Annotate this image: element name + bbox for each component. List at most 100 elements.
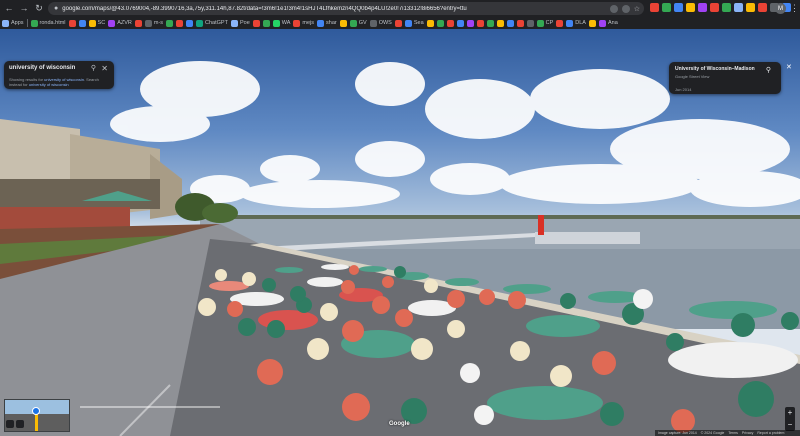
address-bar[interactable]: ● google.com/maps/@43.0769004,-89.399071… [48,2,644,15]
place-info-card[interactable]: University of Wisconsin–Madison Google S… [669,62,781,94]
place-title[interactable]: University of Wisconsin–Madison [675,66,775,72]
bookmark-favicon-icon [317,19,325,27]
bookmark-item[interactable]: DLA [566,19,586,27]
extension-icon[interactable] [722,3,731,12]
bookmark-favicon-icon [78,19,86,27]
bookmark-item[interactable]: m-s [144,19,163,27]
bookmark-item[interactable] [134,19,142,27]
bookmark-item[interactable]: OWS [369,19,392,27]
extension-icon[interactable] [686,3,695,12]
bookmark-item[interactable]: mejs [293,19,315,27]
bookmark-item[interactable]: GV [349,19,367,27]
extension-icon[interactable] [758,3,767,12]
bookmark-label: AZVR [117,20,132,26]
bookmark-item[interactable] [446,19,454,27]
minimap-road [35,414,38,431]
bookmark-item[interactable]: Ana [598,19,618,27]
search-box[interactable]: university of wisconsin ⚲ ✕ Showing resu… [4,61,114,89]
expand-icon[interactable] [6,420,14,428]
search-note-alt[interactable]: university of wisconsin [29,82,69,87]
reload-icon[interactable]: ↻ [33,3,45,15]
bookmark-item[interactable] [588,19,596,27]
arrow-right-icon[interactable]: → [18,3,30,15]
bookmark-favicon-icon [186,19,194,27]
bookmark-item[interactable]: WA [272,19,290,27]
bookmark-item[interactable] [516,19,524,27]
url-text[interactable]: google.com/maps/@43.0769004,-89.3990716,… [62,6,609,12]
bookmark-favicon-icon [506,19,514,27]
bookmark-item[interactable]: AZVR [108,19,132,27]
footer-link[interactable]: Report a problem [757,431,784,435]
minimap-controls [6,420,24,428]
share-icon[interactable] [621,4,630,13]
bookmark-favicon-icon [404,19,412,27]
bookmark-item[interactable] [252,19,260,27]
bookmark-item[interactable]: shar [317,19,337,27]
extension-icon[interactable] [698,3,707,12]
bookmark-item[interactable] [456,19,464,27]
extension-icon[interactable] [674,3,683,12]
street-view-panorama[interactable]: university of wisconsin ⚲ ✕ Showing resu… [0,29,800,436]
bookmark-favicon-icon [30,19,38,27]
avatar[interactable]: M [775,3,786,14]
minus-icon[interactable]: − [788,421,793,429]
bookmark-item[interactable] [436,19,444,27]
bookmark-item[interactable]: ChatGPT [196,19,228,27]
bookmark-item[interactable]: Poe [230,19,250,27]
bookmark-item[interactable] [68,19,76,27]
bookmark-item[interactable]: Sea [404,19,424,27]
bookmark-favicon-icon [293,19,301,27]
bookmark-item[interactable] [339,19,347,27]
bookmark-item[interactable]: CP [536,19,553,27]
arrow-left-icon[interactable]: ← [3,3,15,15]
footer-link[interactable]: Terms [728,431,738,435]
more-vertical-icon[interactable]: ⋮ [790,3,799,14]
bookmark-favicon-icon [252,19,260,27]
zoom-control[interactable]: + − [785,407,795,431]
bookmark-item[interactable]: Apps [2,19,24,27]
bookmark-item[interactable] [556,19,564,27]
bookmark-item[interactable]: SC [88,19,105,27]
bookmark-item[interactable] [186,19,194,27]
bookmark-item[interactable]: ronda.html [30,19,66,27]
bookmark-item[interactable] [394,19,402,27]
bookmark-favicon-icon [272,19,280,27]
bookmark-favicon-icon [339,19,347,27]
extension-icon[interactable] [746,3,755,12]
bookmark-item[interactable] [262,19,270,27]
search-icon[interactable]: ⚲ [91,64,96,72]
bookmark-item[interactable] [176,19,184,27]
bookmark-item[interactable] [166,19,174,27]
google-lens-icon[interactable] [609,4,618,13]
bookmark-item[interactable] [476,19,484,27]
bookmark-item[interactable] [78,19,86,27]
bookmark-item[interactable] [426,19,434,27]
capture-date[interactable]: Jun 2014 [675,87,775,92]
bookmark-item[interactable] [486,19,494,27]
bookmark-favicon-icon [166,19,174,27]
extension-icon[interactable] [710,3,719,12]
bookmark-item[interactable] [496,19,504,27]
bookmark-label: shar [326,20,337,26]
plus-icon[interactable]: + [788,409,793,417]
bookmark-item[interactable] [466,19,474,27]
star-icon[interactable]: ☆ [634,5,640,13]
bookmarks-bar: Apps ronda.html SC AZVR m-s ChatGPT Poe WA mejs s… [0,17,800,29]
bookmark-favicon-icon [476,19,484,27]
bookmark-item[interactable] [526,19,534,27]
footer-link[interactable]: Privacy [742,431,753,435]
bookmark-label: Apps [11,20,24,26]
extension-icon[interactable] [734,3,743,12]
extension-icon[interactable] [650,3,659,12]
bookmark-label: mejs [302,20,315,26]
bookmark-favicon-icon [108,19,116,27]
lock-icon[interactable]: ● [54,5,58,12]
pin-icon[interactable]: ⚲ [766,66,771,74]
close-icon[interactable]: ✕ [101,64,108,73]
bookmark-favicon-icon [556,19,564,27]
bookmark-item[interactable] [506,19,514,27]
layers-icon[interactable] [16,420,24,428]
close-icon[interactable]: ✕ [786,63,792,71]
extension-icon[interactable] [662,3,671,12]
footer-link[interactable]: © 2024 Google [701,431,725,435]
